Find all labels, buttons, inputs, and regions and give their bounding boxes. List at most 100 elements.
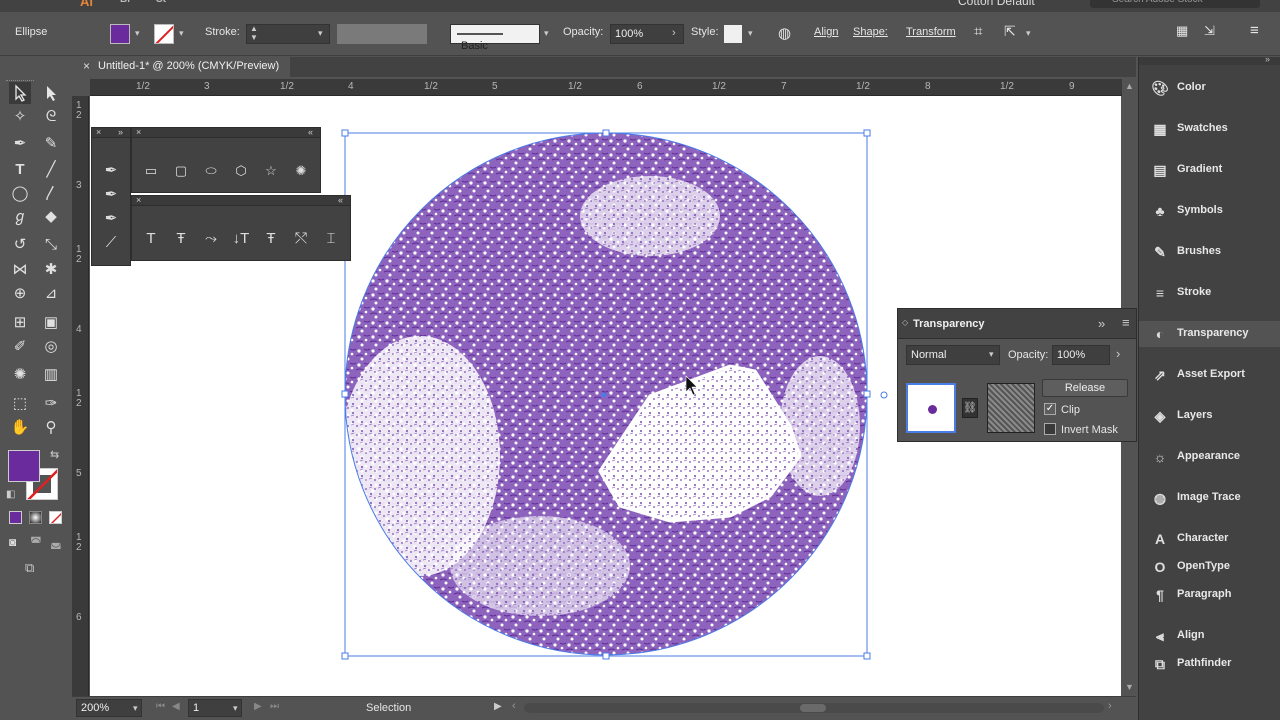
collapse-icon[interactable]: « [338, 195, 343, 205]
last-artboard-icon[interactable]: ⏭ [270, 701, 279, 712]
workspace-switcher[interactable]: Cotton Default [958, 0, 1035, 8]
link-icon[interactable]: ⛓ [962, 398, 978, 418]
draw-inside-icon[interactable]: ◛ [50, 535, 62, 549]
scroll-left-icon[interactable]: ‹ [512, 700, 516, 712]
brush-definition[interactable]: Basic [450, 24, 540, 52]
mask-thumbnail[interactable] [987, 383, 1035, 433]
flare-tool-icon[interactable]: ✺ [288, 158, 314, 184]
mesh-tool-icon[interactable]: ⊞ [9, 312, 31, 334]
transform-link[interactable]: Transform [906, 26, 956, 38]
anchor-point-tool-icon[interactable]: ⟋ [98, 230, 124, 256]
gradient-mode-icon[interactable] [29, 511, 42, 524]
paintbrush-tool-icon[interactable]: 〳 [40, 183, 62, 205]
vertical-ruler[interactable]: 1 2 3 1 2 4 1 2 5 1 2 6 [72, 96, 89, 696]
blend-tool-icon[interactable]: ◎ [40, 336, 62, 358]
collapse-icon[interactable]: » [1098, 316, 1105, 331]
status-menu-icon[interactable]: ▶ [494, 701, 502, 712]
object-thumbnail[interactable] [906, 383, 956, 433]
shape-link[interactable]: Shape: [853, 26, 888, 38]
shape-builder-tool-icon[interactable]: ⊕ [9, 283, 31, 305]
opacity-field[interactable]: 100% [1052, 345, 1110, 365]
horizontal-ruler[interactable]: 1/2 3 1/2 4 1/2 5 1/2 6 1/2 7 1/2 8 1/2 … [90, 79, 1122, 96]
current-tool-status[interactable]: Selection [366, 702, 411, 714]
width-tool-icon[interactable]: ⋈ [9, 259, 31, 281]
artboard-tool-icon[interactable]: ⬚ [9, 393, 31, 415]
scroll-down-icon[interactable]: ▼ [1125, 682, 1134, 692]
live-corner-widget[interactable] [880, 391, 888, 399]
eraser-tool-icon[interactable]: ◆ [40, 206, 62, 228]
delete-anchor-point-tool-icon[interactable]: ✒ [98, 206, 124, 232]
scroll-right-icon[interactable]: › [1108, 700, 1112, 712]
direct-selection-tool-icon[interactable] [40, 82, 62, 104]
pen-tool-icon[interactable]: ✒ [98, 158, 124, 184]
scroll-thumb[interactable] [800, 704, 826, 712]
dock-item-character[interactable]: A Character [1139, 526, 1280, 552]
dock-item-gradient[interactable]: ▤ Gradient [1139, 157, 1280, 183]
dock-grip[interactable]: » [1139, 54, 1280, 65]
isolate-group-icon[interactable]: ⌗ [974, 23, 982, 40]
vertical-type-tool-icon[interactable]: ↓T [228, 226, 254, 252]
ellipse-tool-icon[interactable]: ◯ [9, 183, 31, 205]
area-type-tool-icon[interactable]: Ŧ [168, 226, 194, 252]
close-icon[interactable]: × [96, 127, 101, 137]
add-anchor-point-tool-icon[interactable]: ✒ [98, 182, 124, 208]
magic-wand-tool-icon[interactable]: ✧ [9, 106, 31, 128]
perspective-grid-tool-icon[interactable]: ⊿ [40, 283, 62, 305]
type-on-path-tool-icon[interactable]: ⤳ [198, 226, 224, 252]
chevron-right-icon[interactable]: › [1116, 346, 1120, 361]
rotate-tool-icon[interactable]: ↺ [9, 234, 31, 256]
graphic-style-swatch[interactable] [724, 25, 742, 43]
stock-search-input[interactable]: Search Adobe Stock [1090, 0, 1260, 8]
panel-options-icon[interactable]: ◇ [902, 318, 908, 327]
collapse-icon[interactable]: « [308, 127, 313, 137]
vertical-type-on-path-tool-icon[interactable]: ⤲ [288, 226, 314, 252]
ellipse-tool-icon[interactable]: ⬭ [198, 158, 224, 184]
eyedropper-tool-icon[interactable]: ✐ [9, 336, 31, 358]
dock-item-pathfinder[interactable]: ⧉ Pathfinder [1139, 651, 1280, 677]
chevron-right-icon[interactable]: › [672, 27, 676, 39]
selection-options-icon[interactable]: ⇱ [1004, 23, 1016, 40]
puppet-warp-tool-icon[interactable]: ✱ [40, 259, 62, 281]
polygon-tool-icon[interactable]: ⬡ [228, 158, 254, 184]
dock-item-stroke[interactable]: ≡ Stroke [1139, 280, 1280, 306]
dock-item-swatches[interactable]: ▦ Swatches [1139, 116, 1280, 142]
gradient-tool-icon[interactable]: ▣ [40, 312, 62, 334]
collapse-icon[interactable]: » [1265, 54, 1270, 64]
stock-button[interactable]: St [156, 0, 166, 5]
selection-tool-icon[interactable] [9, 82, 31, 104]
dock-item-appearance[interactable]: ☼ Appearance [1139, 444, 1280, 470]
lasso-tool-icon[interactable]: ᘓ [40, 106, 62, 128]
hand-tool-icon[interactable]: ✋ [9, 417, 31, 439]
next-artboard-icon[interactable]: ▶ [254, 701, 262, 712]
variable-width-profile[interactable] [337, 24, 427, 44]
dock-item-symbols[interactable]: ♣ Symbols [1139, 198, 1280, 224]
chevron-down-icon[interactable]: ▾ [748, 28, 753, 39]
collapse-icon[interactable]: » [118, 127, 123, 137]
chevron-down-icon[interactable]: ▾ [544, 28, 549, 39]
type-tool-icon[interactable]: T [138, 226, 164, 252]
zoom-tool-icon[interactable]: ⚲ [40, 417, 62, 439]
previous-artboard-icon[interactable]: ◀ [172, 701, 180, 712]
dock-item-align[interactable]: ⫷ Align [1139, 623, 1280, 649]
panel-menu-icon[interactable]: ⇲ [1204, 23, 1215, 39]
close-icon[interactable]: × [83, 59, 90, 73]
star-tool-icon[interactable]: ☆ [258, 158, 284, 184]
rectangle-tool-icon[interactable]: ▭ [138, 158, 164, 184]
type-tool-icon[interactable]: T [9, 159, 31, 181]
default-colors-icon[interactable]: ◧ [6, 489, 15, 500]
curvature-tool-icon[interactable]: ✎ [40, 133, 62, 155]
dock-item-transparency[interactable]: ◐ Transparency [1139, 321, 1280, 347]
artboard-field[interactable]: 1 ▾ [188, 699, 242, 717]
blend-mode-select[interactable]: Normal ▾ [906, 345, 1000, 365]
chevron-down-icon[interactable]: ▾ [1026, 28, 1031, 39]
recolor-artwork-icon[interactable]: ◍ [778, 24, 791, 42]
dock-item-opentype[interactable]: O OpenType [1139, 554, 1280, 580]
draw-normal-icon[interactable]: ◙ [9, 535, 16, 549]
touch-type-tool-icon[interactable]: ⌶ [318, 226, 344, 252]
line-segment-tool-icon[interactable]: ╱ [40, 159, 62, 181]
bridge-button[interactable]: Br [120, 0, 131, 5]
release-button[interactable]: Release [1042, 379, 1128, 397]
slice-tool-icon[interactable]: ✑ [40, 393, 62, 415]
invert-mask-checkbox[interactable] [1044, 423, 1056, 435]
menu-icon[interactable]: ≡ [1250, 22, 1259, 39]
